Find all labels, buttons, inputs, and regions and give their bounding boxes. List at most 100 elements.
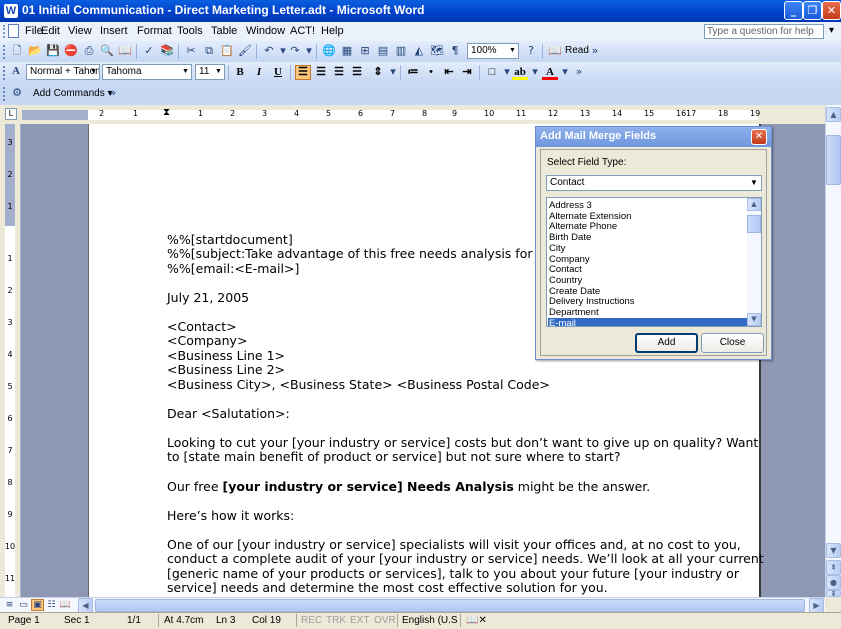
status-language[interactable]: English (U.S — [402, 615, 458, 626]
align-left-icon[interactable]: ☰ — [295, 65, 311, 80]
read-button[interactable]: Read — [565, 45, 589, 56]
dialog-title-bar[interactable]: Add Mail Merge Fields ✕ — [536, 127, 771, 147]
bold-button[interactable]: B — [232, 65, 248, 80]
line-spacing-dropdown-icon[interactable]: ▾ — [386, 65, 400, 79]
dialog-close-icon[interactable]: ✕ — [751, 129, 767, 145]
field-list-scrollbar[interactable]: ▲ ▼ — [747, 198, 761, 326]
toolbar-options-icon[interactable]: » — [572, 65, 586, 79]
doc-line[interactable]: service] needs and determine the most co… — [167, 580, 608, 595]
doc-line[interactable]: July 21, 2005 — [167, 290, 249, 305]
format-painter-icon[interactable]: 🖌 — [238, 44, 252, 58]
undo-icon[interactable]: ↶ — [262, 44, 276, 58]
doc-line[interactable]: Here’s how it works: — [167, 508, 294, 523]
list-scroll-thumb[interactable] — [747, 215, 761, 233]
spelling-status-icon[interactable]: 📖✕ — [466, 615, 487, 626]
field-list[interactable]: Address 3 Alternate Extension Alternate … — [546, 197, 762, 327]
redo-dropdown-icon[interactable]: ▾ — [302, 44, 316, 58]
italic-button[interactable]: I — [251, 65, 267, 80]
underline-button[interactable]: U — [270, 65, 286, 80]
doc-line[interactable]: %%[startdocument] — [167, 232, 293, 247]
indent-marker-icon[interactable]: ⧗ — [163, 107, 170, 118]
toolbar-grip[interactable] — [3, 45, 8, 59]
field-list-item[interactable]: Company — [548, 254, 747, 265]
ask-dropdown-icon[interactable]: ▾ — [826, 24, 837, 38]
field-list-item[interactable]: Alternate Phone — [548, 221, 747, 232]
vertical-ruler[interactable]: 3 2 1 1 2 3 4 5 6 7 8 9 10 11 — [0, 124, 21, 597]
font-size-combo[interactable]: 11 ▼ — [195, 64, 225, 80]
close-button[interactable]: Close — [701, 333, 764, 353]
field-list-item[interactable]: Delivery Instructions — [548, 296, 747, 307]
print-layout-icon[interactable]: ▣ — [31, 599, 44, 611]
decrease-indent-icon[interactable]: ⇤ — [441, 65, 457, 80]
ask-question-input[interactable]: Type a question for help — [704, 24, 824, 39]
horizontal-scrollbar[interactable]: ≡ ▭ ▣ ☷ 📖 ◀ ▶ — [0, 597, 825, 613]
restore-button[interactable]: ❐ — [803, 1, 822, 20]
align-right-icon[interactable]: ☰ — [331, 65, 347, 80]
scroll-down-icon[interactable]: ▼ — [826, 543, 841, 558]
font-combo[interactable]: Tahoma ▼ — [102, 64, 192, 80]
add-commands-button[interactable]: Add Commands ▾ — [30, 86, 116, 102]
scroll-right-icon[interactable]: ▶ — [809, 598, 824, 613]
menu-help[interactable]: Help — [321, 25, 344, 37]
horizontal-ruler[interactable]: L 2 1 ⧗ 1 2 3 4 5 6 7 8 9 10 11 12 13 14… — [0, 105, 841, 125]
act-toolbar-icon[interactable]: ⚙ — [10, 86, 24, 100]
toolbar-grip[interactable] — [3, 87, 8, 101]
doc-line[interactable]: [generic name of your products or servic… — [167, 566, 739, 581]
toolbar-options-icon[interactable]: » — [106, 86, 120, 100]
align-center-icon[interactable]: ☰ — [313, 65, 329, 80]
web-layout-icon[interactable]: ▭ — [17, 599, 30, 611]
menu-edit[interactable]: Edit — [41, 25, 60, 37]
field-list-item-selected[interactable]: E-mail — [548, 317, 747, 326]
menu-table[interactable]: Table — [211, 25, 237, 37]
doc-line[interactable]: %%[email:<E-mail>] — [167, 261, 299, 276]
menu-view[interactable]: View — [68, 25, 92, 37]
menu-window[interactable]: Window — [246, 25, 285, 37]
word-app-icon[interactable]: W — [4, 4, 18, 18]
field-list-item[interactable]: City — [548, 243, 747, 254]
document-icon[interactable] — [8, 24, 19, 38]
justify-icon[interactable]: ☰ — [349, 65, 365, 80]
permission-icon[interactable]: ⛔ — [64, 44, 78, 58]
style-combo[interactable]: Normal + Tahoma▼ — [26, 64, 100, 80]
field-list-item[interactable]: Contact — [548, 264, 747, 275]
field-list-item[interactable]: Birth Date — [548, 232, 747, 243]
status-trk[interactable]: TRK — [326, 615, 346, 626]
styles-formatting-icon[interactable]: A — [9, 65, 23, 79]
field-list-item[interactable]: Alternate Extension — [548, 211, 747, 222]
close-window-button[interactable]: ✕ — [822, 1, 841, 20]
chevron-down-icon[interactable]: ▼ — [88, 65, 99, 79]
doc-line[interactable]: to [state main benefit of product or ser… — [167, 449, 620, 464]
chevron-down-icon[interactable]: ▼ — [748, 177, 760, 189]
toolbar-options-icon[interactable]: » — [588, 44, 602, 58]
show-hide-icon[interactable]: ¶ — [448, 44, 462, 58]
vertical-scroll-thumb[interactable] — [826, 135, 841, 185]
normal-view-icon[interactable]: ≡ — [3, 599, 16, 611]
print-preview-icon[interactable]: 🔍 — [100, 44, 114, 58]
status-ext[interactable]: EXT — [350, 615, 369, 626]
research-icon[interactable]: 📖 — [118, 44, 132, 58]
doc-line[interactable]: Dear <Salutation>: — [167, 406, 290, 421]
doc-line[interactable]: <Contact> — [167, 319, 237, 334]
next-page-icon[interactable]: ⇟ — [826, 590, 841, 598]
field-list-item[interactable]: Address 3 — [548, 200, 747, 211]
doc-line[interactable]: <Business Line 1> — [167, 348, 285, 363]
numbering-icon[interactable]: ≔ — [405, 65, 421, 80]
drawing-icon[interactable]: ◭ — [412, 44, 426, 58]
doc-line[interactable]: Looking to cut your [your industry or se… — [167, 435, 758, 450]
redo-icon[interactable]: ↷ — [288, 44, 302, 58]
copy-icon[interactable]: ⧉ — [202, 44, 216, 58]
font-color-icon[interactable]: A — [542, 65, 558, 80]
zoom-combo[interactable]: 100% ▼ — [467, 43, 519, 59]
doc-line[interactable]: Our free [your industry or service] Need… — [167, 479, 650, 494]
increase-indent-icon[interactable]: ⇥ — [459, 65, 475, 80]
chevron-down-icon[interactable]: ▼ — [180, 65, 191, 79]
insert-table-icon[interactable]: ⊞ — [358, 44, 372, 58]
read-icon[interactable]: 📖 — [548, 44, 562, 58]
chevron-down-icon[interactable]: ▼ — [507, 44, 518, 58]
horizontal-scroll-thumb[interactable] — [95, 599, 805, 612]
document-map-icon[interactable]: 🗺 — [430, 44, 444, 58]
status-rec[interactable]: REC — [301, 615, 322, 626]
reading-layout-icon[interactable]: 📖 — [59, 599, 72, 611]
hyperlink-icon[interactable]: 🌐 — [322, 44, 336, 58]
open-icon[interactable]: 📂 — [28, 44, 42, 58]
